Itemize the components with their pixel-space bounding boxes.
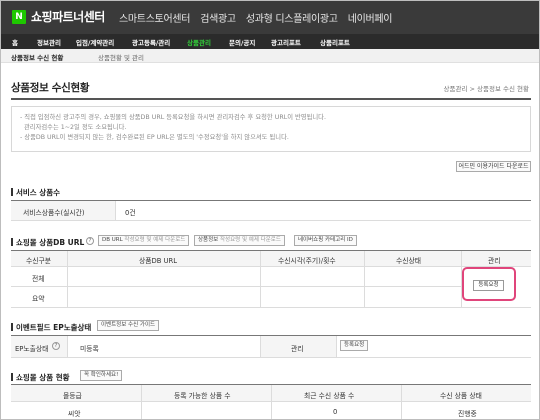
nav-contract[interactable]: 입점/계약관리 [76,37,114,47]
ep-manage-label: 관리 [291,345,304,353]
guide-download-button[interactable]: 어드민 이용가이드 다운로드 [456,161,531,172]
breadcrumb: 상품관리 > 상품정보 수신 현황 [443,85,529,93]
row-divider [11,286,461,287]
button-label: 네이버쇼핑 카테고리 ID [298,237,353,243]
ep-status-help-icon[interactable]: ? [52,342,60,350]
sub-nav: 상품정보 수신 현황 상품현황 및 관리 [1,49,539,63]
product-status-section-title: 쇼핑몰 상품 현황 [11,372,70,383]
link-smartstore[interactable]: 스마트스토어센터 [119,10,191,25]
page-frame: N 쇼핑파트너센터 스마트스토어센터 검색광고 성과형 디스플레이광고 네이버페… [0,0,540,420]
register-request-button[interactable]: 등록요청 [473,280,504,291]
col-header: 최근 수신 상품 수 [304,392,355,400]
db-url-help-icon[interactable]: ? [86,237,94,245]
row-divider [11,220,531,221]
button-label: DB URL [102,237,125,243]
nav-product-report[interactable]: 상품리포트 [320,37,350,47]
db-url-guide-button[interactable]: DB URL 작성요령 및 예제 다운로드 [98,235,190,246]
col-header: 등록 가능한 상품 수 [174,392,231,400]
row-recent-count: 0 [333,408,338,416]
col-header: 몰등급 [63,392,82,400]
col-header: 수신 상품 상태 [440,392,482,400]
section-marker-icon [11,373,13,381]
button-sublabel: 작성요령 및 예제 다운로드 [220,237,281,243]
col-divider [336,336,337,357]
button-sublabel: 작성요령 및 예제 다운로드 [124,237,186,243]
service-count-section-title: 서비스 상품수 [11,187,60,198]
col-divider [364,251,365,307]
check-notice-button[interactable]: 꼭 확인하세요! [80,370,123,381]
product-info-guide-button[interactable]: 상품정보 작성요령 및 예제 다운로드 [194,235,285,246]
notice-line: - 직접 입점하신 광고주의 경우, 쇼핑몰의 상품DB URL 등록요청을 하… [20,114,326,121]
col-divider [401,385,402,419]
section-marker-icon [11,323,13,331]
nav-home[interactable]: 홈 [12,37,18,47]
ep-status-value: 미등록 [80,345,99,353]
row-type-label: 전체 [32,275,45,283]
service-count-value: 0건 [125,209,136,217]
notice-box: - 직접 입점하신 광고주의 경우, 쇼핑몰의 상품DB URL 등록요청을 하… [11,106,531,152]
button-label: 상품정보 [198,237,220,243]
col-header: 수신상태 [396,257,422,265]
header-row-bg [11,251,531,266]
brand-title[interactable]: 쇼핑파트너센터 [31,8,105,25]
page-title: 상품정보 수신현황 [11,82,90,94]
service-count-table: 서비스상품수(실시간) 0건 [11,200,531,221]
ep-register-request-button[interactable]: 등록요청 [340,340,369,351]
main-nav: 홈 정보관리 입점/계약관리 광고등록/관리 상품관리 문의/공지 광고리포트 … [1,34,539,49]
event-ep-section-title: 이벤트필드 EP노출상태 [11,322,91,333]
row-state: 진행중 [458,410,477,418]
col-divider [115,201,116,220]
section-title-text: 쇼핑몰 상품 현황 [16,373,70,382]
title-divider [11,98,531,100]
event-ep-table: EP노출상태 미등록 관리 [11,335,531,358]
nav-info[interactable]: 정보관리 [37,37,61,47]
event-guide-button[interactable]: 이벤트정보 수신 가이드 [97,320,160,331]
notice-line: 관리자검수는 1~2일 정도 소요됩니다. [24,124,127,131]
row-divider [11,266,531,267]
section-title-text: 쇼핑몰 상품DB URL [16,238,85,247]
col-divider [260,336,261,357]
link-display-ad[interactable]: 성과형 디스플레이광고 [246,10,338,25]
row-divider [11,307,531,308]
nav-product-manage[interactable]: 상품관리 [187,37,211,47]
col-header: 관리 [488,257,501,265]
section-title-text: 서비스 상품수 [16,188,61,197]
col-header: 수신시각(주기)/횟수 [278,257,336,265]
section-marker-icon [11,188,13,196]
db-url-table: 수신구분 상품DB URL 수신시각(주기)/횟수 수신상태 관리 전체 요약 [11,250,531,308]
notice-line: - 상품DB URL이 변경되지 않는 한, 검수완료된 EP URL은 별도의… [20,134,289,141]
section-marker-icon [11,238,13,246]
col-divider [271,385,272,419]
section-title-text: 이벤트필드 EP노출상태 [16,323,92,332]
nav-ad-manage[interactable]: 광고등록/관리 [132,37,170,47]
subnav-other[interactable]: 상품현황 및 관리 [98,52,144,62]
col-divider [141,385,142,419]
category-id-button[interactable]: 네이버쇼핑 카테고리 ID [294,235,357,246]
subnav-current[interactable]: 상품정보 수신 현황 [11,52,63,62]
row-type-label: 요약 [32,295,45,303]
link-naverpay[interactable]: 네이버페이 [348,10,393,25]
ep-status-label: EP노출상태 [15,345,49,353]
naver-logo-icon[interactable]: N [12,10,26,24]
col-header: 상품DB URL [139,257,178,265]
nav-ad-report[interactable]: 광고리포트 [271,37,301,47]
db-url-section-title: 쇼핑몰 상품DB URL [11,237,84,248]
col-divider [67,251,68,307]
col-divider [67,336,68,357]
row-divider [11,357,531,358]
col-divider [260,251,261,307]
link-search-ad[interactable]: 검색광고 [200,10,236,25]
service-count-label: 서비스상품수(실시간) [23,209,85,217]
row-grade: 씨앗 [68,410,81,418]
product-status-table: 몰등급 등록 가능한 상품 수 최근 수신 상품 수 수신 상품 상태 씨앗 0… [11,384,531,419]
site-links: 스마트스토어센터 검색광고 성과형 디스플레이광고 네이버페이 [119,10,393,25]
col-header: 수신구분 [26,257,52,265]
top-bar: N 쇼핑파트너센터 스마트스토어센터 검색광고 성과형 디스플레이광고 네이버페… [1,1,539,34]
nav-inquiry[interactable]: 문의/공지 [229,37,255,47]
